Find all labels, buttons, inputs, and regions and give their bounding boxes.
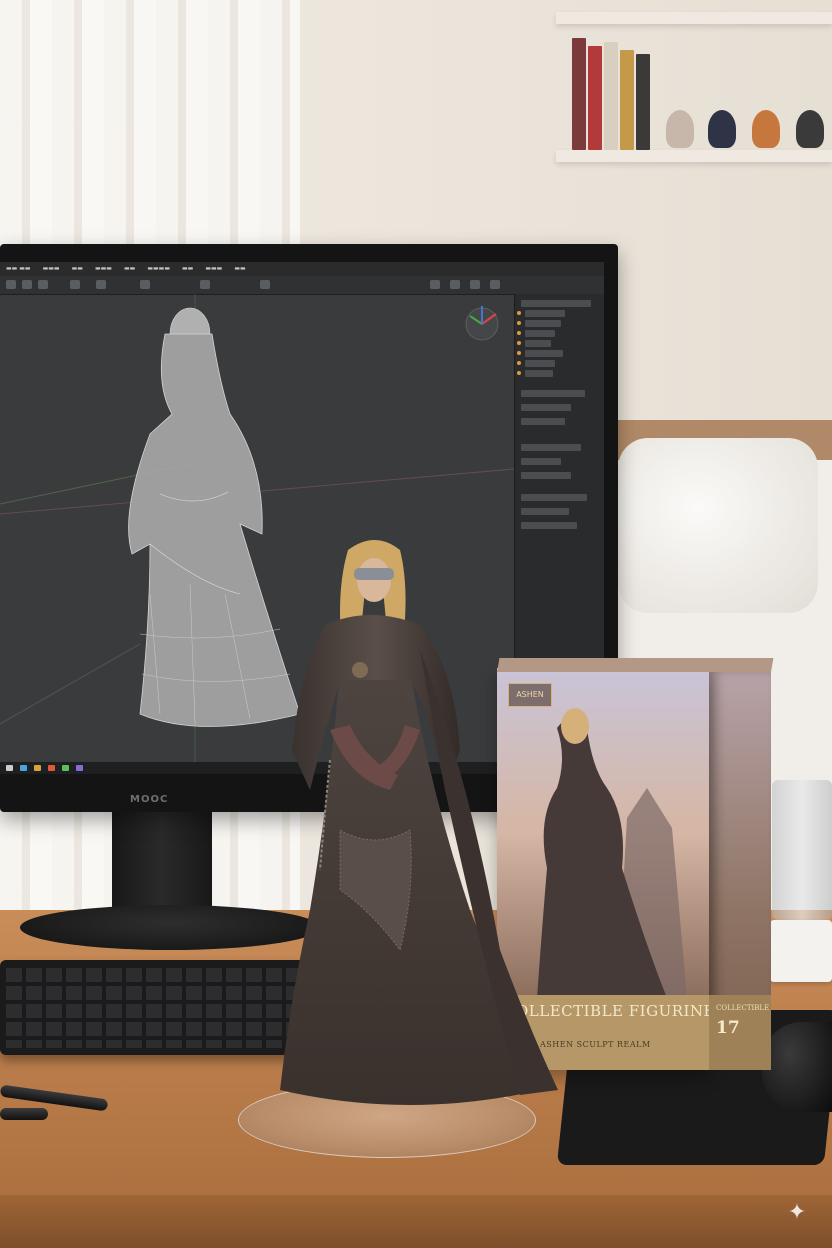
box-side-number: 17	[716, 1018, 740, 1038]
outliner-row[interactable]	[525, 310, 565, 317]
app-icon[interactable]	[20, 765, 27, 771]
pen-holder	[772, 780, 832, 920]
toy-figure	[796, 110, 824, 148]
notebook	[770, 920, 832, 982]
app-icon[interactable]	[48, 765, 55, 771]
tool-icon[interactable]	[6, 280, 16, 289]
outliner-row[interactable]	[521, 300, 591, 307]
app-icon[interactable]	[62, 765, 69, 771]
tool-icon[interactable]	[22, 280, 32, 289]
computer-mouse	[762, 1022, 832, 1112]
tool-icon[interactable]	[430, 280, 440, 289]
tool-icon[interactable]	[96, 280, 106, 289]
book	[604, 42, 618, 150]
toy-figure	[752, 110, 780, 148]
pillow	[618, 438, 818, 613]
object-icon	[517, 341, 521, 345]
start-icon[interactable]	[6, 765, 13, 771]
outliner-row[interactable]	[521, 404, 571, 411]
toy-figure	[666, 110, 694, 148]
outliner-row[interactable]	[521, 390, 585, 397]
outliner-row[interactable]	[525, 360, 555, 367]
object-icon	[517, 351, 521, 355]
property-row[interactable]	[521, 522, 577, 529]
property-row[interactable]	[521, 472, 571, 479]
monitor-brand-label: MOOC	[130, 794, 169, 805]
tool-icon[interactable]	[38, 280, 48, 289]
sparkle-icon: ✦	[787, 1200, 807, 1225]
keyboard-keys	[6, 968, 306, 1048]
tool-icon[interactable]	[470, 280, 480, 289]
object-icon	[517, 311, 521, 315]
app-icon[interactable]	[34, 765, 41, 771]
app-menubar[interactable]: ▬▬ ▬▬ ▬▬▬ ▬▬ ▬▬▬ ▬▬ ▬▬▬▬ ▬▬ ▬▬▬ ▬▬	[0, 262, 604, 276]
app-icon[interactable]	[76, 765, 83, 771]
tool-icon[interactable]	[260, 280, 270, 289]
property-row[interactable]	[521, 494, 587, 501]
tool-icon[interactable]	[490, 280, 500, 289]
toy-figure	[708, 110, 736, 148]
wall-shelf	[556, 0, 832, 180]
outliner-row[interactable]	[525, 370, 553, 377]
object-icon	[517, 361, 521, 365]
book	[636, 54, 650, 150]
shelf-board-bottom	[556, 150, 832, 162]
pen	[0, 1108, 48, 1120]
outliner-row[interactable]	[525, 320, 561, 327]
object-icon	[517, 371, 521, 375]
object-icon	[517, 321, 521, 325]
outliner-row[interactable]	[521, 418, 565, 425]
property-row[interactable]	[521, 508, 569, 515]
outliner-row[interactable]	[525, 340, 551, 347]
book	[620, 50, 634, 150]
book	[572, 38, 586, 150]
book	[588, 46, 602, 150]
outliner-row[interactable]	[525, 330, 555, 337]
desk-edge	[0, 1195, 832, 1248]
property-row[interactable]	[521, 458, 561, 465]
monitor-stand	[112, 810, 212, 920]
box-side-label: COLLECTIBLE FIGURINE	[716, 1004, 770, 1012]
object-icon	[517, 331, 521, 335]
tool-icon[interactable]	[200, 280, 210, 289]
outliner-row[interactable]	[525, 350, 563, 357]
tool-icon[interactable]	[450, 280, 460, 289]
tool-icon[interactable]	[140, 280, 150, 289]
navigation-gizmo-icon	[465, 306, 499, 341]
property-row[interactable]	[521, 444, 581, 451]
app-toolbar	[0, 276, 604, 295]
tool-icon[interactable]	[70, 280, 80, 289]
figurine	[280, 540, 558, 1105]
shelf-board-top	[556, 12, 832, 24]
